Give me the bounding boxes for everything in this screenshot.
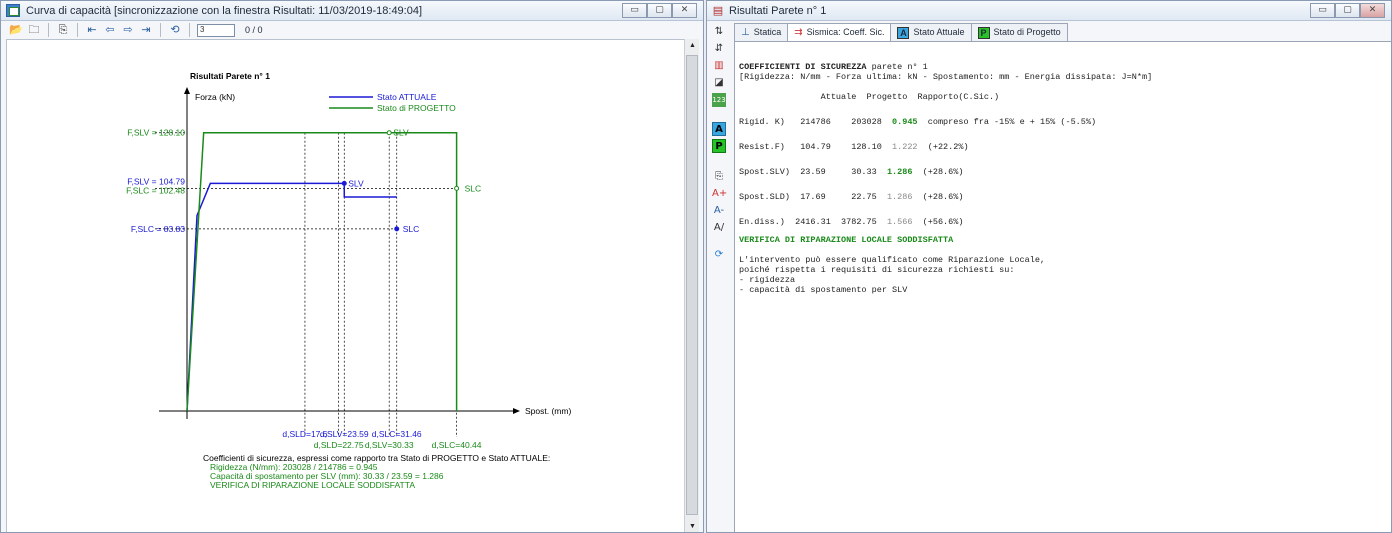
safety-coefficients-report: COEFFICIENTI DI SICUREZZA parete n° 1 [R… (734, 41, 1391, 532)
chart-title: Risultati Parete n° 1 (190, 71, 270, 81)
minimize-button[interactable]: ▭ (1310, 3, 1335, 18)
scroll-down-icon[interactable]: ▼ (685, 520, 700, 532)
report-paragraph-line: poiché rispetta i requisiti di sicurezza… (739, 265, 1015, 275)
maximize-button[interactable]: ▢ (1335, 3, 1360, 18)
capacity-curve-window: Curva di capacità [sincronizzazione con … (0, 0, 704, 533)
x-value-label: d,SLV=23.59 (320, 429, 369, 439)
x-value-label: d,SLC=31.46 (372, 429, 422, 439)
y-value-label: F,SLC = 102.48 (126, 185, 185, 195)
right-titlebar[interactable]: ▤ Risultati Parete n° 1 ▭ ▢ ✕ (707, 1, 1391, 21)
limit-point (386, 130, 392, 136)
y-value-label: F,SLC = 83.83 (131, 224, 185, 234)
tab-stato-attuale[interactable]: A Stato Attuale (890, 23, 972, 41)
minimize-button[interactable]: ▭ (622, 3, 647, 18)
tab-statica[interactable]: ⊥ Statica (734, 23, 789, 41)
stato-attuale-icon[interactable]: A (712, 122, 726, 136)
point-label: SLC (465, 183, 482, 193)
y-value-label: F,SLV = 128.10 (127, 128, 185, 138)
next-icon[interactable]: ⇨ (121, 23, 135, 37)
numbers-icon[interactable]: 123 (712, 93, 726, 107)
capacity-chart-panel: Risultati Parete n° 1 Forza (kN) Spost. (m… (6, 39, 685, 532)
capacity-chart: Risultati Parete n° 1 Forza (kN) Spost. (m… (126, 71, 571, 490)
x-value-label: d,SLD=22.75 (314, 440, 364, 450)
report-verdict: VERIFICA DI RIPARAZIONE LOCALE SODDISFAT… (739, 235, 954, 245)
refresh-icon[interactable]: ⟳ (712, 248, 726, 262)
ratio-value: 1.222 (892, 142, 918, 152)
sync-icon[interactable]: ⟲ (168, 23, 182, 37)
badge-a-icon: A (897, 26, 910, 39)
first-icon[interactable]: ⇤ (85, 23, 99, 37)
report-columns: Attuale Progetto Rapporto(C.Sic.) (739, 92, 1000, 102)
diagram-icon[interactable]: ▥ (712, 59, 726, 73)
report-heading: COEFFICIENTI DI SICUREZZA parete n° 1 (739, 62, 928, 72)
series-line (186, 182, 397, 412)
step-counter: 0 / 0 (245, 25, 263, 35)
chart-window-icon (6, 4, 20, 17)
report-row: En.diss.) 2416.31 3782.75 1.566 (+56.6%) (739, 217, 964, 227)
point-label: SLV (348, 178, 364, 188)
tab-sismica[interactable]: ⇉ Sismica: Coeff. Sic. (787, 23, 892, 41)
axes-alt-icon[interactable]: ⇵ (712, 42, 726, 56)
x-value-label: d,SLV=30.33 (365, 440, 414, 450)
results-window: ▤ Risultati Parete n° 1 ▭ ▢ ✕ ⇅ ⇵ ▥ ◪ 12… (706, 0, 1392, 533)
legend-label: Stato ATTUALE (377, 92, 437, 102)
vertical-scrollbar[interactable]: ▲ ▼ (684, 39, 700, 532)
close-button[interactable]: ✕ (1360, 3, 1385, 18)
legend-label: Stato di PROGETTO (377, 103, 456, 113)
report-paragraph-line: L'intervento può essere qualificato come… (739, 255, 1046, 265)
x-axis-label: Spost. (mm) (525, 406, 571, 416)
ratio-value: 1.566 (886, 217, 913, 227)
report-units: [Rigidezza: N/mm - Forza ultima: kN - Sp… (739, 72, 1153, 82)
maximize-button[interactable]: ▢ (647, 3, 672, 18)
report-row: Resist.F) 104.79 128.10 1.222 (+22.2%) (739, 142, 969, 152)
x-axis-arrow (513, 408, 520, 414)
y-axis-arrow (184, 87, 190, 94)
limit-point (341, 180, 347, 186)
report-row: Rigid. K) 214786 203028 0.945 compreso f… (739, 117, 1097, 127)
scroll-up-icon[interactable]: ▲ (685, 39, 700, 53)
left-window-title: Curva di capacità [sincronizzazione con … (26, 4, 423, 17)
point-label: SLC (403, 224, 420, 234)
font-increase-icon[interactable]: A+ (712, 187, 727, 201)
save-file-icon[interactable]: 🗀 (27, 23, 41, 37)
results-window-icon: ▤ (712, 3, 724, 17)
close-button[interactable]: ✕ (672, 3, 697, 18)
y-axis-label: Forza (kN) (195, 92, 235, 102)
coefficient-note: VERIFICA DI RIPARAZIONE LOCALE SODDISFAT… (210, 480, 415, 490)
report-row: Spost.SLV) 23.59 30.33 1.286 (+28.6%) (739, 167, 964, 177)
copy-report-icon[interactable]: ⎘ (712, 170, 726, 184)
left-titlebar[interactable]: Curva di capacità [sincronizzazione con … (1, 1, 703, 21)
copy-icon[interactable]: ⎘ (56, 23, 70, 37)
report-paragraph-line: - capacità di spostamento per SLV (739, 285, 908, 295)
ratio-value: 1.286 (886, 192, 913, 202)
last-icon[interactable]: ⇥ (139, 23, 153, 37)
prev-icon[interactable]: ⇦ (103, 23, 117, 37)
point-label: SLV (393, 128, 409, 138)
curve-icon[interactable]: ◪ (712, 76, 726, 90)
ratio-value: 0.945 (892, 117, 918, 127)
seismic-load-icon: ⇉ (794, 27, 803, 38)
axes-icon[interactable]: ⇅ (712, 25, 726, 39)
scroll-thumb[interactable] (686, 55, 698, 515)
step-input[interactable]: 3 (197, 23, 235, 37)
ratio-value: 1.286 (886, 167, 913, 177)
report-paragraph-line: - rigidezza (739, 275, 796, 285)
chart-toolbar: 📂 🗀 ⎘ ⇤ ⇦ ⇨ ⇥ ⟲ 3 0 / 0 (1, 21, 703, 39)
right-window-title: Risultati Parete n° 1 (729, 4, 827, 17)
font-style-icon[interactable]: A/ (712, 221, 726, 235)
x-value-label: d,SLC=40.44 (432, 440, 482, 450)
badge-p-icon: P (977, 26, 990, 39)
results-tabs: ⊥ Statica ⇉ Sismica: Coeff. Sic. A Stato… (734, 23, 1068, 41)
results-sidebar: ⇅ ⇵ ▥ ◪ 123 A P ⎘ A+ A- A/ ⟳ (707, 22, 731, 532)
font-decrease-icon[interactable]: A- (712, 204, 726, 218)
static-load-icon: ⊥ (741, 27, 750, 38)
report-row: Spost.SLD) 17.69 22.75 1.286 (+28.6%) (739, 192, 964, 202)
open-folder-icon[interactable]: 📂 (9, 23, 23, 37)
series-line (186, 131, 458, 412)
limit-point (454, 185, 460, 191)
limit-point (394, 226, 400, 232)
stato-progetto-icon[interactable]: P (712, 139, 726, 153)
tab-stato-progetto[interactable]: P Stato di Progetto (970, 23, 1068, 41)
